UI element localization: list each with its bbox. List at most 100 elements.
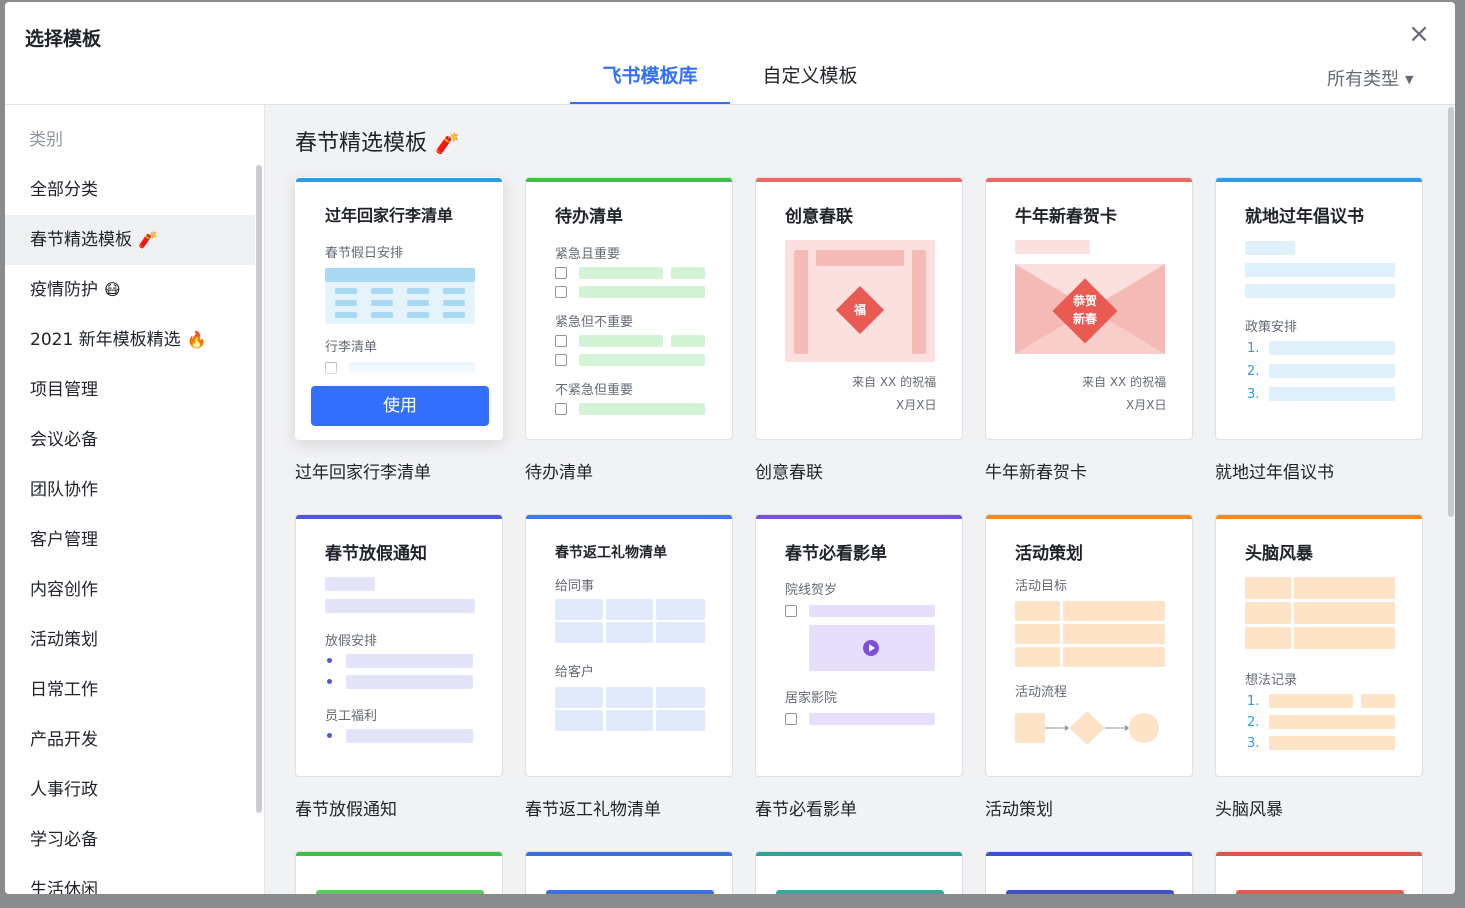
preview-block [656,687,705,708]
preview-block [407,288,429,294]
template-card-couplets[interactable]: 创意春联 福 来自 XX 的祝福 X月X日 [755,177,963,440]
card-preview-subtitle: 给同事 [555,579,595,594]
preview-block [325,599,475,613]
card-preview-subtitle: 想法记录 [1245,673,1298,688]
template-card-todo[interactable]: 待办清单 紧急且重要 紧急但不重要 不紧急但重要 [525,177,733,440]
close-icon[interactable]: × [1403,20,1435,48]
preview-block [816,250,904,266]
template-card-event-plan[interactable]: 活动策划 活动目标 活动流程 [985,514,1193,777]
template-card-proposal[interactable]: 就地过年倡议书 政策安排 1. 2. 3. [1215,177,1423,440]
preview-block [809,605,935,617]
sidebar-item-label: 生活休闲 [30,880,98,894]
preview-block [1236,890,1404,894]
sidebar-item-label: 内容创作 [30,580,98,600]
template-grid-area: 春节精选模板 🧨 过年回家行李清单 春节假日安排 行李清单 使用 待办清单 紧急… [265,105,1455,894]
card-accent-bar [986,515,1192,519]
preview-block [1015,647,1060,667]
preview-block [579,286,705,298]
preview-block [671,335,705,347]
category-emoji-icon: 🧨 [138,230,158,249]
sidebar-item[interactable]: 日常工作 [5,665,255,715]
tab-feishu-library[interactable]: 飞书模板库 [570,62,730,104]
preview-block [1269,341,1395,355]
checkbox-icon [555,403,567,415]
tab-custom-templates[interactable]: 自定义模板 [730,62,890,104]
preview-block [1063,647,1165,667]
preview-block [555,687,603,708]
card-label[interactable]: 春节返工礼物清单 [525,795,661,820]
preview-block [555,622,603,643]
sidebar-item[interactable]: 活动策划 [5,615,255,665]
preview-block [1269,387,1395,401]
type-filter-dropdown[interactable]: 所有类型 ▼ [1327,65,1413,91]
sidebar-item[interactable]: 人事行政 [5,765,255,815]
card-preview-title: 活动策划 [1015,544,1083,564]
template-card-partial[interactable] [525,851,733,894]
preview-block [1269,364,1395,378]
template-card-movie-list[interactable]: 春节必看影单 院线贺岁 居家影院 [755,514,963,777]
preview-block [656,622,705,643]
main-scrollbar[interactable] [1448,107,1454,517]
card-label[interactable]: 春节放假通知 [295,795,397,820]
preview-block [656,710,705,731]
dialog-title: 选择模板 [25,28,102,50]
preview-block [1245,577,1291,599]
sidebar-scrollbar[interactable] [256,165,262,813]
card-preview-subtitle: 院线贺岁 [785,583,838,598]
card-label[interactable]: 春节必看影单 [755,795,857,820]
sidebar-item[interactable]: 产品开发 [5,715,255,765]
category-emoji-icon: 😷 [104,280,121,299]
template-card-brainstorm[interactable]: 头脑风暴 想法记录 1. 2. 3. [1215,514,1423,777]
template-card-gift-list[interactable]: 春节返工礼物清单 给同事 给客户 [525,514,733,777]
checkbox-icon [555,335,567,347]
sidebar-item[interactable]: 疫情防护 😷 [5,265,255,315]
template-card-greeting[interactable]: 牛年新春贺卡 恭贺 新春 来自 XX 的祝福 X月X日 [985,177,1193,440]
preview-fade [296,353,502,383]
template-card-partial[interactable] [755,851,963,894]
template-card-partial[interactable] [1215,851,1423,894]
preview-block [606,687,653,708]
preview-block [555,710,603,731]
caret-down-icon: ▼ [1405,73,1414,86]
card-preview-subtitle: 春节假日安排 [325,246,404,261]
card-preview-title: 创意春联 [785,207,853,227]
checkbox-icon [555,354,567,366]
card-label[interactable]: 过年回家行李清单 [295,458,431,483]
card-preview-subtitle: 放假安排 [325,634,378,649]
card-label[interactable]: 就地过年倡议书 [1215,458,1334,483]
preview-block [1269,736,1395,750]
card-label[interactable]: 头脑风暴 [1215,795,1283,820]
preview-block [606,599,653,620]
card-label[interactable]: 创意春联 [755,458,823,483]
template-card-partial[interactable] [985,851,1193,894]
sidebar-item[interactable]: 全部分类 [5,165,255,215]
preview-block [346,675,473,689]
sidebar-item[interactable]: 会议必备 [5,415,255,465]
card-label[interactable]: 活动策划 [985,795,1053,820]
checkbox-icon [785,713,797,725]
card-label[interactable]: 牛年新春贺卡 [985,458,1087,483]
card-preview-title: 春节必看影单 [785,544,887,564]
template-card-luggage[interactable]: 过年回家行李清单 春节假日安排 行李清单 使用 [295,177,503,440]
sidebar-item[interactable]: 生活休闲 [5,865,255,894]
card-label[interactable]: 待办清单 [525,458,593,483]
sidebar-item[interactable]: 春节精选模板 🧨 [5,215,255,265]
template-card-partial[interactable] [295,851,503,894]
use-template-button[interactable]: 使用 [311,386,489,426]
preview-block [809,713,935,725]
template-card-holiday-notice[interactable]: 春节放假通知 放假安排 员工福利 [295,514,503,777]
card-preview-subtitle: 不紧急但重要 [555,383,634,398]
sidebar-item[interactable]: 2021 新年模板精选 🔥 [5,315,255,365]
preview-block [407,312,429,318]
card-preview-title: 过年回家行李清单 [325,206,454,225]
sidebar-item[interactable]: 内容创作 [5,565,255,615]
sidebar-item[interactable]: 客户管理 [5,515,255,565]
sidebar-item[interactable]: 项目管理 [5,365,255,415]
preview-block [1294,577,1395,599]
preview-block [325,268,475,282]
sidebar-item[interactable]: 学习必备 [5,815,255,865]
preview-block [1245,284,1395,298]
sidebar-item[interactable]: 团队协作 [5,465,255,515]
sidebar-item-label: 会议必备 [30,430,98,450]
preview-block [316,890,484,894]
